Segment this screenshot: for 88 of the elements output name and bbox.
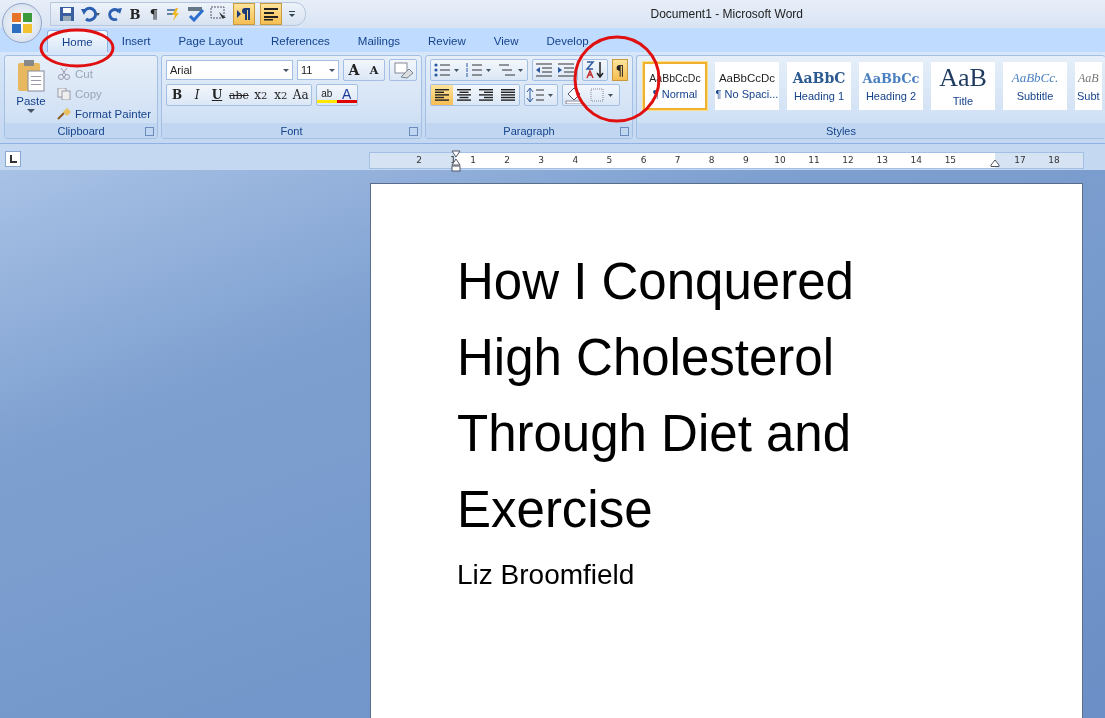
ruler-number: 12 (841, 154, 855, 167)
style-sample: AaBbCc (862, 70, 920, 86)
ruler-number: 1 (469, 154, 477, 167)
font-color-button[interactable]: A (336, 87, 357, 103)
ruler-number: 17 (1013, 154, 1027, 167)
style-name: ¶ No Spaci... (715, 88, 779, 100)
increase-indent-icon[interactable] (555, 61, 577, 79)
ribbon-tab[interactable]: Review (414, 30, 480, 52)
style-name: Subtitle (1016, 90, 1054, 102)
group-label: Paragraph (503, 124, 555, 137)
selection-icon[interactable] (210, 6, 228, 22)
ruler-number: 18 (1047, 154, 1061, 167)
paragraph-direction-icon[interactable] (233, 3, 255, 25)
redo-icon[interactable] (107, 6, 123, 22)
painter-button[interactable]: Format Painter (57, 105, 152, 123)
group-label: Clipboard (57, 124, 105, 137)
font-family-field[interactable]: Arial (166, 60, 293, 80)
ribbon-tab[interactable]: View (479, 30, 533, 52)
ruler-number: 14 (909, 154, 923, 167)
style-sample: AaB (1078, 70, 1099, 86)
format-button[interactable]: abc (227, 85, 251, 105)
style-sample: AaB (939, 65, 987, 91)
sort-icon[interactable] (583, 60, 607, 80)
paintbrush-icon (57, 108, 71, 120)
format-button[interactable]: Aa (290, 85, 311, 105)
show-marks-button[interactable]: ¶ (612, 59, 628, 81)
ribbon-tab[interactable]: Mailings (343, 30, 415, 52)
ruler-number: 10 (773, 154, 787, 167)
toolbar-button[interactable]: B (128, 6, 142, 22)
ribbon-tab[interactable]: References (257, 30, 344, 52)
ribbon-tab[interactable]: Develop (532, 30, 603, 52)
copy-icon (57, 88, 71, 100)
style-gallery-item[interactable]: AaBbCcDc ¶ No Spaci... (715, 62, 779, 110)
ruler-number: 7 (673, 154, 682, 167)
spelling-check-icon[interactable] (187, 6, 205, 22)
format-button[interactable]: I (187, 85, 207, 105)
align-left-icon[interactable] (260, 3, 282, 25)
toolbar-button[interactable]: ¶ (147, 6, 161, 22)
ruler-number: 13 (875, 154, 889, 167)
ruler-number: 3 (537, 154, 546, 167)
group-label: Styles (826, 124, 856, 137)
style-gallery-item[interactable]: AaBbCc. Subtitle (1003, 62, 1067, 110)
caret-icon (27, 109, 35, 114)
ribbon-tab[interactable]: Insert (107, 30, 165, 52)
format-button[interactable]: B (167, 85, 187, 105)
style-sample: AaBbC (792, 70, 846, 86)
decrease-indent-icon[interactable] (533, 61, 555, 79)
document-title: How I Conquered High Cholesterol Through Diet and Exercise (457, 252, 854, 540)
shrink-font-button[interactable]: A (364, 60, 384, 80)
office-button[interactable] (2, 3, 42, 43)
style-name: Heading 1 (793, 90, 845, 102)
window-title: Document1 - Microsoft Word (650, 7, 803, 21)
save-icon[interactable] (59, 6, 75, 22)
ruler-number: 4 (571, 154, 580, 167)
style-gallery-item[interactable]: AaB Subt (1075, 62, 1102, 110)
style-sample: AaBbCcDc (718, 72, 776, 84)
paste-button[interactable]: Paste (9, 59, 53, 123)
document-author: Liz Broomfield (457, 559, 635, 591)
highlight-button[interactable]: ab (316, 87, 337, 103)
ruler-number: 11 (807, 154, 821, 167)
style-sample: AaBbCc. (1011, 70, 1059, 86)
style-name: Title (952, 95, 974, 107)
style-gallery-item[interactable]: AaBbCc Heading 2 (859, 62, 923, 110)
ruler-number: 6 (639, 154, 648, 167)
ruler-number: 2 (415, 154, 422, 167)
four-squares-icon (10, 11, 34, 35)
indent-marker-icon[interactable] (451, 150, 461, 172)
tab-selector-button[interactable] (5, 151, 21, 167)
style-gallery-item[interactable]: AaBbC Heading 1 (787, 62, 851, 110)
style-name: Subt (1077, 89, 1100, 102)
clipboard-icon (16, 59, 46, 93)
style-gallery-item[interactable]: AaB Title (931, 62, 995, 110)
group-label: Font (280, 124, 303, 137)
ruler-number: 9 (741, 154, 750, 167)
ruler-number: 8 (707, 154, 716, 167)
ruler-number: 2 (503, 154, 511, 167)
format-button[interactable]: U (207, 85, 227, 105)
scissors-icon (57, 68, 71, 80)
font-size-field[interactable]: 11 (297, 60, 339, 80)
customize-caret-icon[interactable] (287, 9, 297, 19)
align-button[interactable] (431, 85, 453, 105)
ruler-number: 15 (943, 154, 958, 167)
lightning-icon[interactable] (166, 6, 182, 22)
grow-font-button[interactable]: A (344, 60, 364, 80)
ribbon-tab[interactable]: Page Layout (164, 30, 258, 52)
undo-icon[interactable] (80, 6, 102, 22)
style-name: Heading 2 (865, 89, 917, 102)
ruler-number: 5 (605, 154, 614, 167)
